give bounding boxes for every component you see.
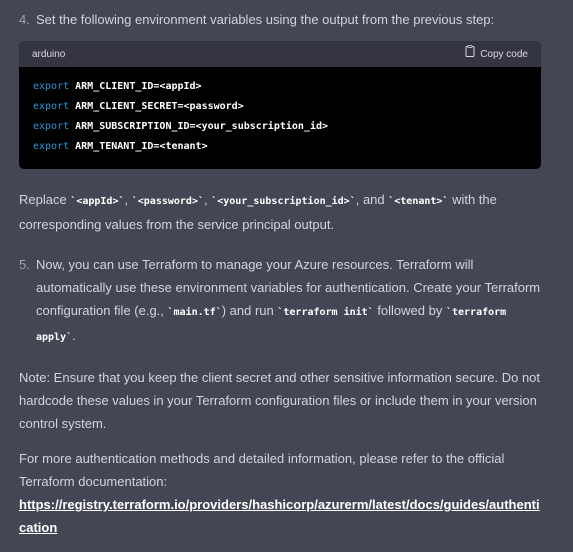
code-line: export ARM_SUBSCRIPTION_ID=<your_subscri… xyxy=(33,121,329,132)
step-text: Now, you can use Terraform to manage you… xyxy=(36,257,541,343)
code-block: arduino Copy code export ARM_CLIENT_ID=<… xyxy=(19,41,541,169)
note-paragraph: Note: Ensure that you keep the client se… xyxy=(19,370,541,431)
list-number: 5. xyxy=(19,257,30,272)
code-header: arduino Copy code xyxy=(19,41,541,67)
code-line: export ARM_CLIENT_ID=<appId> xyxy=(33,81,202,92)
copy-code-label: Copy code xyxy=(480,48,528,60)
code-language: arduino xyxy=(32,48,66,60)
list-item-step-4: 4. Set the following environment variabl… xyxy=(19,8,541,31)
documentation-link[interactable]: https://registry.terraform.io/providers/… xyxy=(19,497,540,535)
more-info-paragraph: For more authentication methods and deta… xyxy=(19,451,540,535)
code-line: export ARM_CLIENT_SECRET=<password> xyxy=(33,101,244,112)
list-item-step-5: 5. Now, you can use Terraform to manage … xyxy=(19,253,541,349)
code-line: export ARM_TENANT_ID=<tenant> xyxy=(33,141,208,152)
step-text: Set the following environment variables … xyxy=(36,12,495,27)
copy-code-button[interactable]: Copy code xyxy=(465,43,528,66)
replace-paragraph: Replace `<appId>`, `<password>`, `<your_… xyxy=(19,192,497,232)
chat-message: 4. Set the following environment variabl… xyxy=(19,8,541,539)
code-content[interactable]: export ARM_CLIENT_ID=<appId> export ARM_… xyxy=(19,67,541,169)
list-number: 4. xyxy=(19,12,30,27)
clipboard-icon xyxy=(465,43,475,66)
